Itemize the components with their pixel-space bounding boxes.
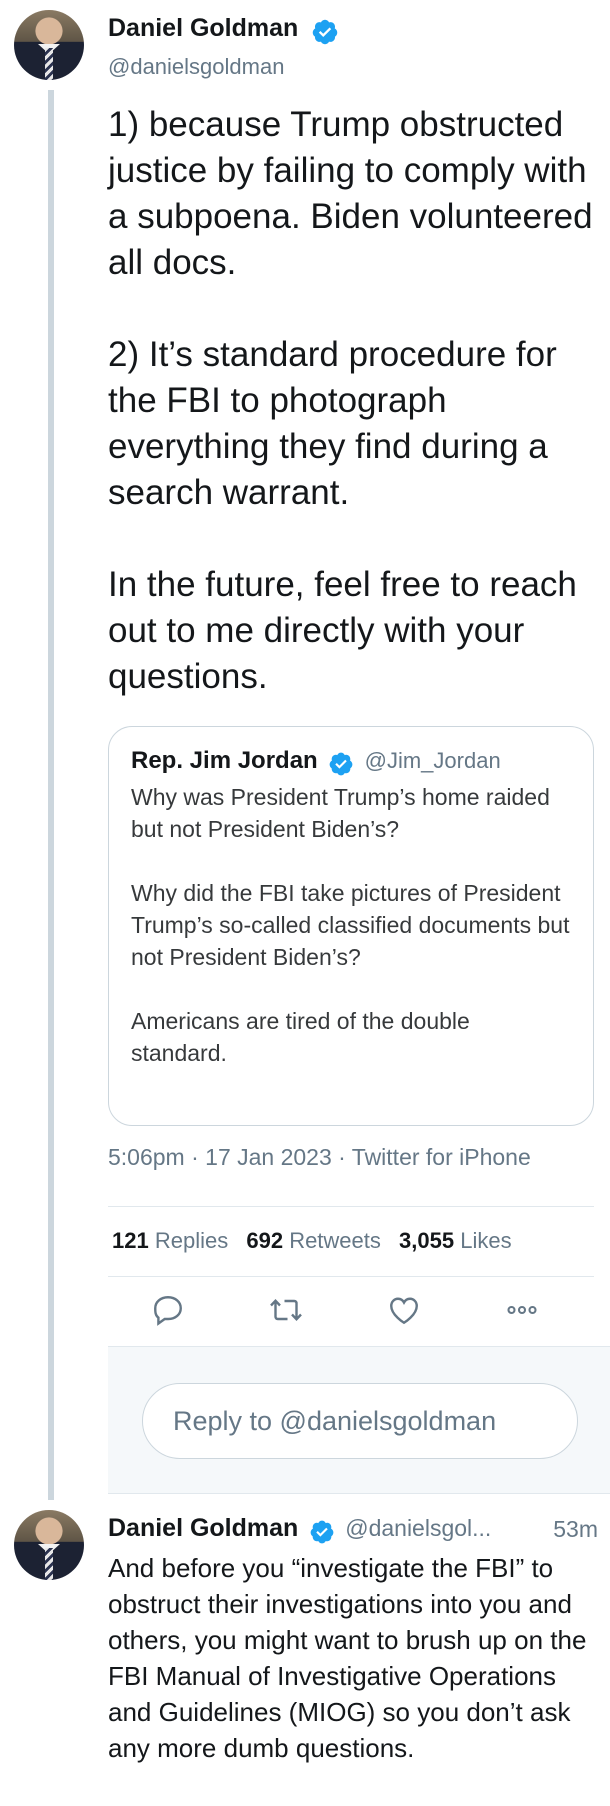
likes-stat[interactable]: 3,055 Likes [399,1228,512,1253]
reply-composer: Reply to @danielsgoldman [108,1346,610,1494]
thread-line [48,90,54,1500]
heart-icon[interactable] [386,1292,422,1328]
replies-stat[interactable]: 121 Replies [112,1228,234,1253]
author-avatar[interactable] [14,10,84,80]
quoted-tweet-text: Why was President Trump’s home raided bu… [131,783,570,1066]
reply-icon[interactable] [150,1292,186,1328]
quoted-tweet-card[interactable]: Rep. Jim Jordan @Jim_Jordan Why was Pres… [108,726,594,1126]
quoted-author-handle: @Jim_Jordan [364,748,501,773]
reply-author-avatar[interactable] [14,1510,84,1580]
reply-input[interactable]: Reply to @danielsgoldman [142,1383,578,1459]
verified-badge-icon [312,19,338,45]
verified-badge-icon [310,1520,334,1544]
likes-label: Likes [460,1228,512,1253]
more-icon[interactable] [504,1292,540,1328]
retweets-stat[interactable]: 692 Retweets [246,1228,387,1253]
replies-count: 121 [112,1228,149,1253]
tweet-text: 1) because Trump obstructed justice by f… [108,105,593,696]
reply-author-name[interactable]: Daniel Goldman [108,1514,298,1542]
divider-bottom [108,1276,594,1277]
reply-tweet-header: Daniel Goldman @danielsgol... 53m [108,1514,598,1545]
retweets-label: Retweets [289,1228,381,1253]
quoted-tweet-header: Rep. Jim Jordan @Jim_Jordan [131,747,571,777]
tweet-header: Daniel Goldman [108,14,339,46]
author-name[interactable]: Daniel Goldman [108,14,298,42]
tweet-timestamp[interactable]: 5:06pm · 17 Jan 2023 · Twitter for iPhon… [108,1144,531,1171]
reply-author-handle[interactable]: @danielsgol... [345,1515,491,1541]
verified-badge-icon [329,752,353,776]
tweet-stats: 121 Replies 692 Retweets 3,055 Likes [112,1228,524,1254]
tweet-actions [150,1292,570,1332]
quoted-author-name: Rep. Jim Jordan [131,747,318,774]
avatar-tie [45,1548,53,1580]
likes-count: 3,055 [399,1228,455,1253]
retweets-count: 692 [246,1228,284,1253]
avatar-tie [45,48,53,80]
divider-top [108,1206,594,1207]
retweet-icon[interactable] [268,1292,304,1328]
reply-time[interactable]: 53m [553,1516,598,1543]
author-handle[interactable]: @danielsgoldman [108,54,284,80]
reply-tweet-text: And before you “investigate the FBI” to … [108,1553,587,1763]
replies-label: Replies [154,1228,229,1253]
